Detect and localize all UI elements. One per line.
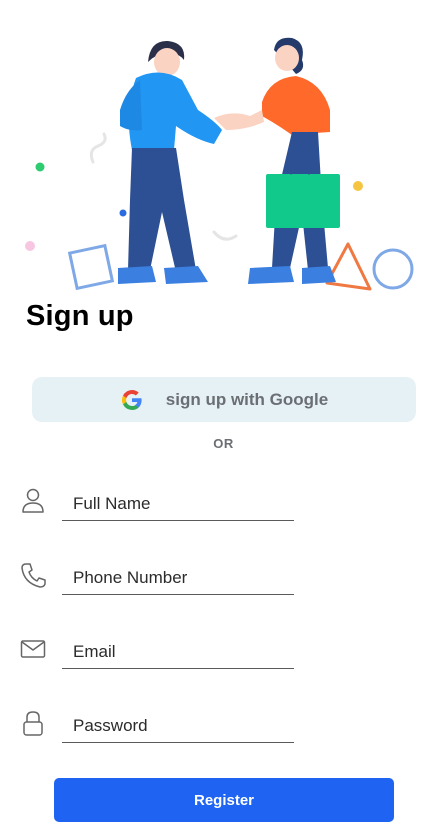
- full-name-field: [20, 487, 300, 527]
- user-icon: [22, 488, 44, 513]
- phone-number-input[interactable]: [62, 561, 294, 595]
- email-field: [20, 635, 300, 675]
- password-field: [20, 709, 300, 749]
- decor-square: [67, 243, 115, 291]
- handshake-hands: [214, 110, 264, 130]
- or-divider: OR: [213, 436, 234, 451]
- man-figure: [118, 40, 222, 284]
- decor-triangle: [325, 242, 372, 291]
- email-input[interactable]: [62, 635, 294, 669]
- phone-field: [20, 561, 300, 601]
- decor-dot-pink: [25, 241, 35, 251]
- google-g-icon: [121, 389, 142, 410]
- decor-arc: [212, 230, 238, 241]
- decor-dot-green: [35, 162, 45, 172]
- phone-icon: [21, 563, 46, 588]
- decor-dot-blue: [119, 209, 127, 217]
- decor-squiggle: [89, 132, 107, 164]
- full-name-input[interactable]: [62, 487, 294, 521]
- decor-circle: [372, 248, 414, 290]
- page-title: Sign up: [26, 300, 134, 332]
- lock-icon: [23, 711, 43, 736]
- decor-dot-yellow: [353, 181, 363, 191]
- handshake-illustration: [25, 37, 414, 291]
- google-signup-button[interactable]: sign up with Google: [32, 377, 416, 422]
- woman-figure: [248, 37, 340, 284]
- google-signup-label: sign up with Google: [165, 389, 329, 409]
- mail-icon: [20, 640, 46, 658]
- password-input[interactable]: [62, 709, 294, 743]
- register-button[interactable]: Register: [54, 778, 394, 822]
